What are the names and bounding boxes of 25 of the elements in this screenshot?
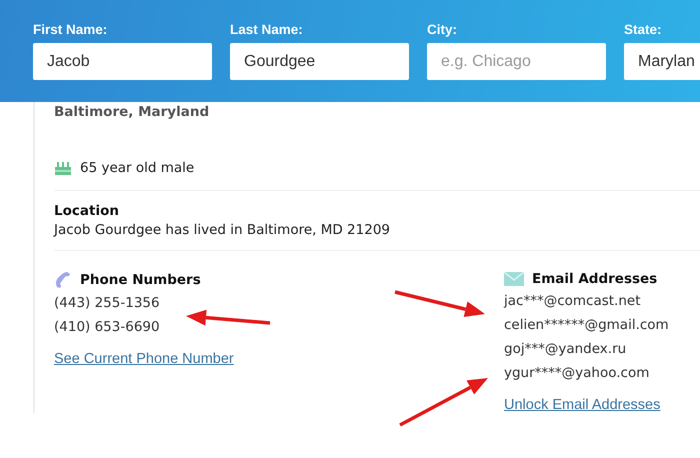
age-text: 65 year old male	[80, 160, 194, 176]
email-link[interactable]: Unlock Email Addresses	[504, 397, 660, 413]
field-label: First Name:	[33, 22, 108, 37]
phone-number: (410) 653-6690	[54, 319, 160, 335]
phone-number: (443) 255-1356	[54, 295, 160, 311]
input-field[interactable]: e.g. Chicago	[427, 43, 606, 80]
input-field[interactable]: Marylan	[624, 43, 700, 80]
envelope-icon	[504, 272, 524, 286]
field-label: Last Name:	[230, 22, 304, 37]
phone-link[interactable]: See Current Phone Number	[54, 351, 234, 367]
field-label: State:	[624, 22, 663, 37]
email-address: ygur****@yahoo.com	[504, 365, 650, 381]
phone-icon	[54, 271, 72, 289]
input-field[interactable]: Jacob	[33, 43, 212, 80]
email-address: goj***@yandex.ru	[504, 341, 626, 357]
phone-heading: Phone Numbers	[80, 272, 201, 288]
email-address: celien******@gmail.com	[504, 317, 669, 333]
location-text: Jacob Gourdgee has lived in Baltimore, MD 21209	[54, 222, 391, 238]
residence-text: Baltimore, Maryland	[54, 103, 210, 120]
field-label: City:	[427, 22, 458, 37]
email-heading: Email Addresses	[532, 271, 658, 287]
location-heading: Location	[54, 203, 120, 219]
cake-icon	[54, 160, 72, 176]
email-address: jac***@comcast.net	[504, 293, 640, 309]
input-field[interactable]: Gourdgee	[230, 43, 409, 80]
